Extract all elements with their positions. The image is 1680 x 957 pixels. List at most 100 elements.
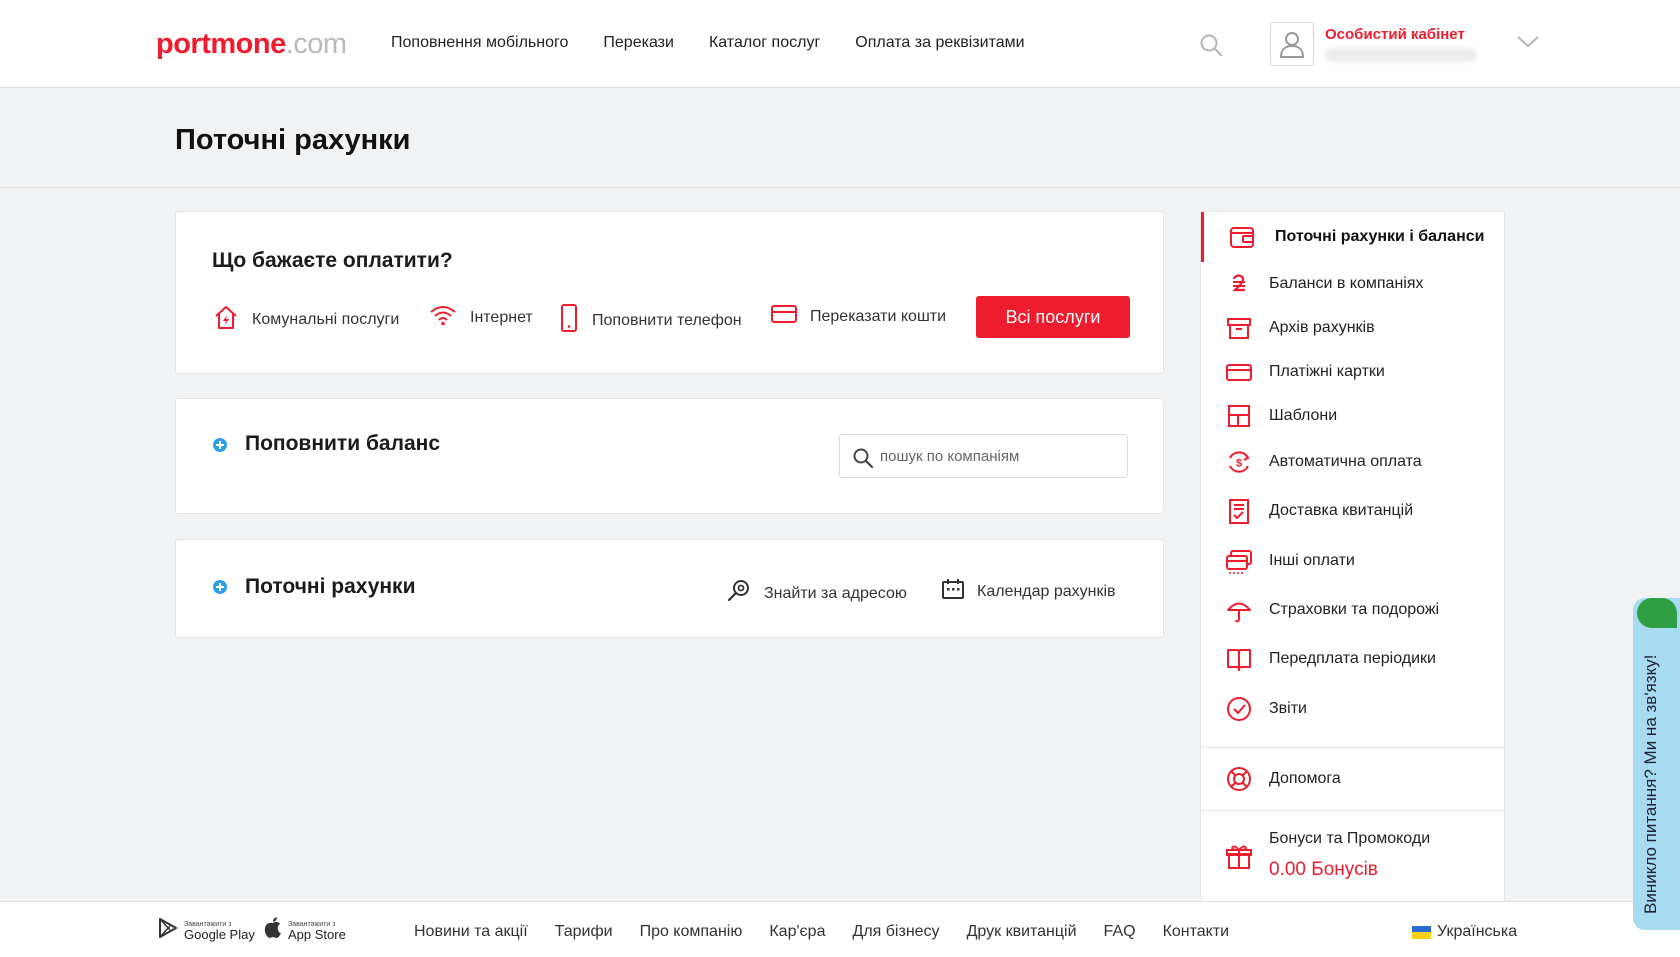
sidebar-item-label: Інші оплати <box>1269 552 1355 569</box>
footer-links: Новини та акції Тарифи Про компанію Кар'… <box>414 923 1229 941</box>
service-phone-label: Поповнити телефон <box>592 311 742 329</box>
sidebar-item-label: Доставка квитанцій <box>1269 502 1414 519</box>
chevron-down-icon[interactable] <box>1516 34 1540 55</box>
book-icon <box>1225 645 1253 673</box>
app-store-link[interactable]: Завантажити з App Store <box>264 917 346 944</box>
current-accounts-title[interactable]: Поточні рахунки <box>245 575 415 599</box>
footer-link-faq[interactable]: FAQ <box>1104 923 1136 941</box>
umbrella-icon <box>1225 596 1253 624</box>
sidebar-item-reports[interactable]: Звіти <box>1201 684 1504 734</box>
footer-link-career[interactable]: Кар'єра <box>769 923 825 941</box>
sidebar-item-label: Архів рахунків <box>1269 319 1375 336</box>
google-play-icon <box>158 917 178 944</box>
account-sidebar: Поточні рахунки і баланси Баланси в комп… <box>1200 211 1505 901</box>
footer-link-contacts[interactable]: Контакти <box>1163 923 1230 941</box>
footer-link-tariffs[interactable]: Тарифи <box>555 923 613 941</box>
personal-cabinet-link[interactable]: Особистий кабінет <box>1325 26 1465 43</box>
google-play-link[interactable]: Завантажити з Google Play <box>158 917 255 944</box>
google-play-label: Google Play <box>184 926 255 942</box>
expand-plus-icon[interactable] <box>213 438 227 452</box>
sidebar-item-label: Баланси в компаніях <box>1269 275 1424 292</box>
sidebar-item-label: Шаблони <box>1269 407 1338 424</box>
expand-plus-icon[interactable] <box>213 580 227 594</box>
logo-text-domain: .com <box>285 28 347 60</box>
app-store-label: App Store <box>288 926 346 942</box>
nav-pay-by-details[interactable]: Оплата за реквізитами <box>855 34 1024 52</box>
service-transfer-label: Переказати кошти <box>810 307 947 325</box>
company-search-field[interactable] <box>839 434 1128 478</box>
footer-link-news[interactable]: Новини та акції <box>414 923 528 941</box>
service-internet-label: Інтернет <box>470 308 533 326</box>
user-avatar-icon[interactable] <box>1270 22 1314 66</box>
service-utilities[interactable]: Комунальні послуги <box>212 303 399 336</box>
sidebar-item-other-payments[interactable]: Інші оплати <box>1201 536 1504 586</box>
sidebar-item-label: Платіжні картки <box>1269 363 1385 380</box>
all-services-button[interactable]: Всі послуги <box>976 296 1130 338</box>
sidebar-item-insurance-travel[interactable]: Страховки та подорожі <box>1201 586 1504 634</box>
current-accounts-card: Поточні рахунки Знайти за адресою Календ… <box>175 539 1164 638</box>
find-by-address-label: Знайти за адресою <box>764 584 907 602</box>
sidebar-item-label: Звіти <box>1269 700 1307 717</box>
footer-link-about[interactable]: Про компанію <box>640 923 743 941</box>
house-icon <box>212 303 240 336</box>
bills-calendar-label: Календар рахунків <box>977 582 1116 600</box>
sidebar-item-company-balances[interactable]: Баланси в компаніях <box>1201 262 1504 306</box>
bills-calendar-link[interactable]: Календар рахунків <box>941 578 1116 605</box>
footer-link-business[interactable]: Для бізнесу <box>852 923 939 941</box>
service-transfer[interactable]: Переказати кошти <box>770 303 946 330</box>
sidebar-item-label: Страховки та подорожі <box>1269 601 1440 618</box>
search-icon <box>853 448 874 469</box>
language-label: Українська <box>1437 923 1518 940</box>
search-icon[interactable] <box>1198 32 1224 58</box>
sidebar-item-autopay[interactable]: $ Автоматична оплата <box>1201 438 1504 486</box>
top-header: portmone.com Поповнення мобільного Перек… <box>0 0 1680 88</box>
sidebar-divider <box>1201 810 1504 811</box>
company-search-input[interactable] <box>880 445 1120 467</box>
language-selector[interactable]: Українська <box>1412 923 1517 941</box>
wallet-icon <box>1228 223 1256 251</box>
portmone-logo[interactable]: portmone.com <box>156 28 347 61</box>
nav-mobile-topup[interactable]: Поповнення мобільного <box>391 34 568 52</box>
title-bar: Поточні рахунки <box>0 88 1680 188</box>
sidebar-item-help[interactable]: Допомога <box>1201 748 1504 810</box>
bonus-label[interactable]: Бонуси та Промокоди <box>1269 830 1430 848</box>
sidebar-item-cards[interactable]: Платіжні картки <box>1201 350 1504 394</box>
find-by-address-link[interactable]: Знайти за адресою <box>726 578 907 609</box>
sidebar-item-current-accounts[interactable]: Поточні рахунки і баланси <box>1201 212 1504 262</box>
phone-icon <box>558 303 580 338</box>
card-icon <box>770 303 798 330</box>
hryvnia-icon <box>1225 270 1253 298</box>
nav-services-catalog[interactable]: Каталог послуг <box>709 34 820 52</box>
logo-text-main: portmone <box>156 28 286 60</box>
sidebar-item-archive[interactable]: Архів рахунків <box>1201 306 1504 350</box>
ukraine-flag-icon <box>1412 925 1431 939</box>
archive-icon <box>1225 314 1253 342</box>
bonus-value: 0.00 Бонусів <box>1269 859 1378 880</box>
sidebar-item-periodicals[interactable]: Передплата періодики <box>1201 634 1504 684</box>
gift-icon <box>1225 843 1253 871</box>
service-phone-topup[interactable]: Поповнити телефон <box>558 303 742 338</box>
pay-card-title: Що бажаєте оплатити? <box>212 249 453 272</box>
user-email-blurred <box>1325 48 1477 62</box>
service-internet[interactable]: Інтернет <box>428 303 533 332</box>
service-utilities-label: Комунальні послуги <box>252 310 400 328</box>
template-icon <box>1225 402 1253 430</box>
sidebar-item-receipt-delivery[interactable]: Доставка квитанцій <box>1201 486 1504 536</box>
topup-balance-title[interactable]: Поповнити баланс <box>245 432 440 456</box>
wifi-icon <box>428 303 458 332</box>
check-circle-icon <box>1225 695 1253 723</box>
footer-link-print-receipts[interactable]: Друк квитанцій <box>967 923 1077 941</box>
sidebar-item-label: Допомога <box>1269 770 1341 787</box>
sidebar-item-label: Передплата періодики <box>1269 650 1436 667</box>
autopay-icon: $ <box>1225 448 1253 476</box>
footer: Завантажити з Google Play Завантажити з Ap… <box>0 901 1680 957</box>
receipt-icon <box>1225 497 1253 525</box>
feedback-tab[interactable]: Виникло питання? Ми на зв'язку! <box>1633 598 1680 930</box>
sidebar-item-label: Автоматична оплата <box>1269 453 1422 470</box>
svg-text:$: $ <box>1236 458 1242 470</box>
nav-transfers[interactable]: Перекази <box>603 34 674 52</box>
pay-card: Що бажаєте оплатити? Комунальні послуги … <box>175 211 1164 374</box>
apple-icon <box>264 917 282 944</box>
topup-balance-card: Поповнити баланс <box>175 398 1164 514</box>
sidebar-item-templates[interactable]: Шаблони <box>1201 394 1504 438</box>
